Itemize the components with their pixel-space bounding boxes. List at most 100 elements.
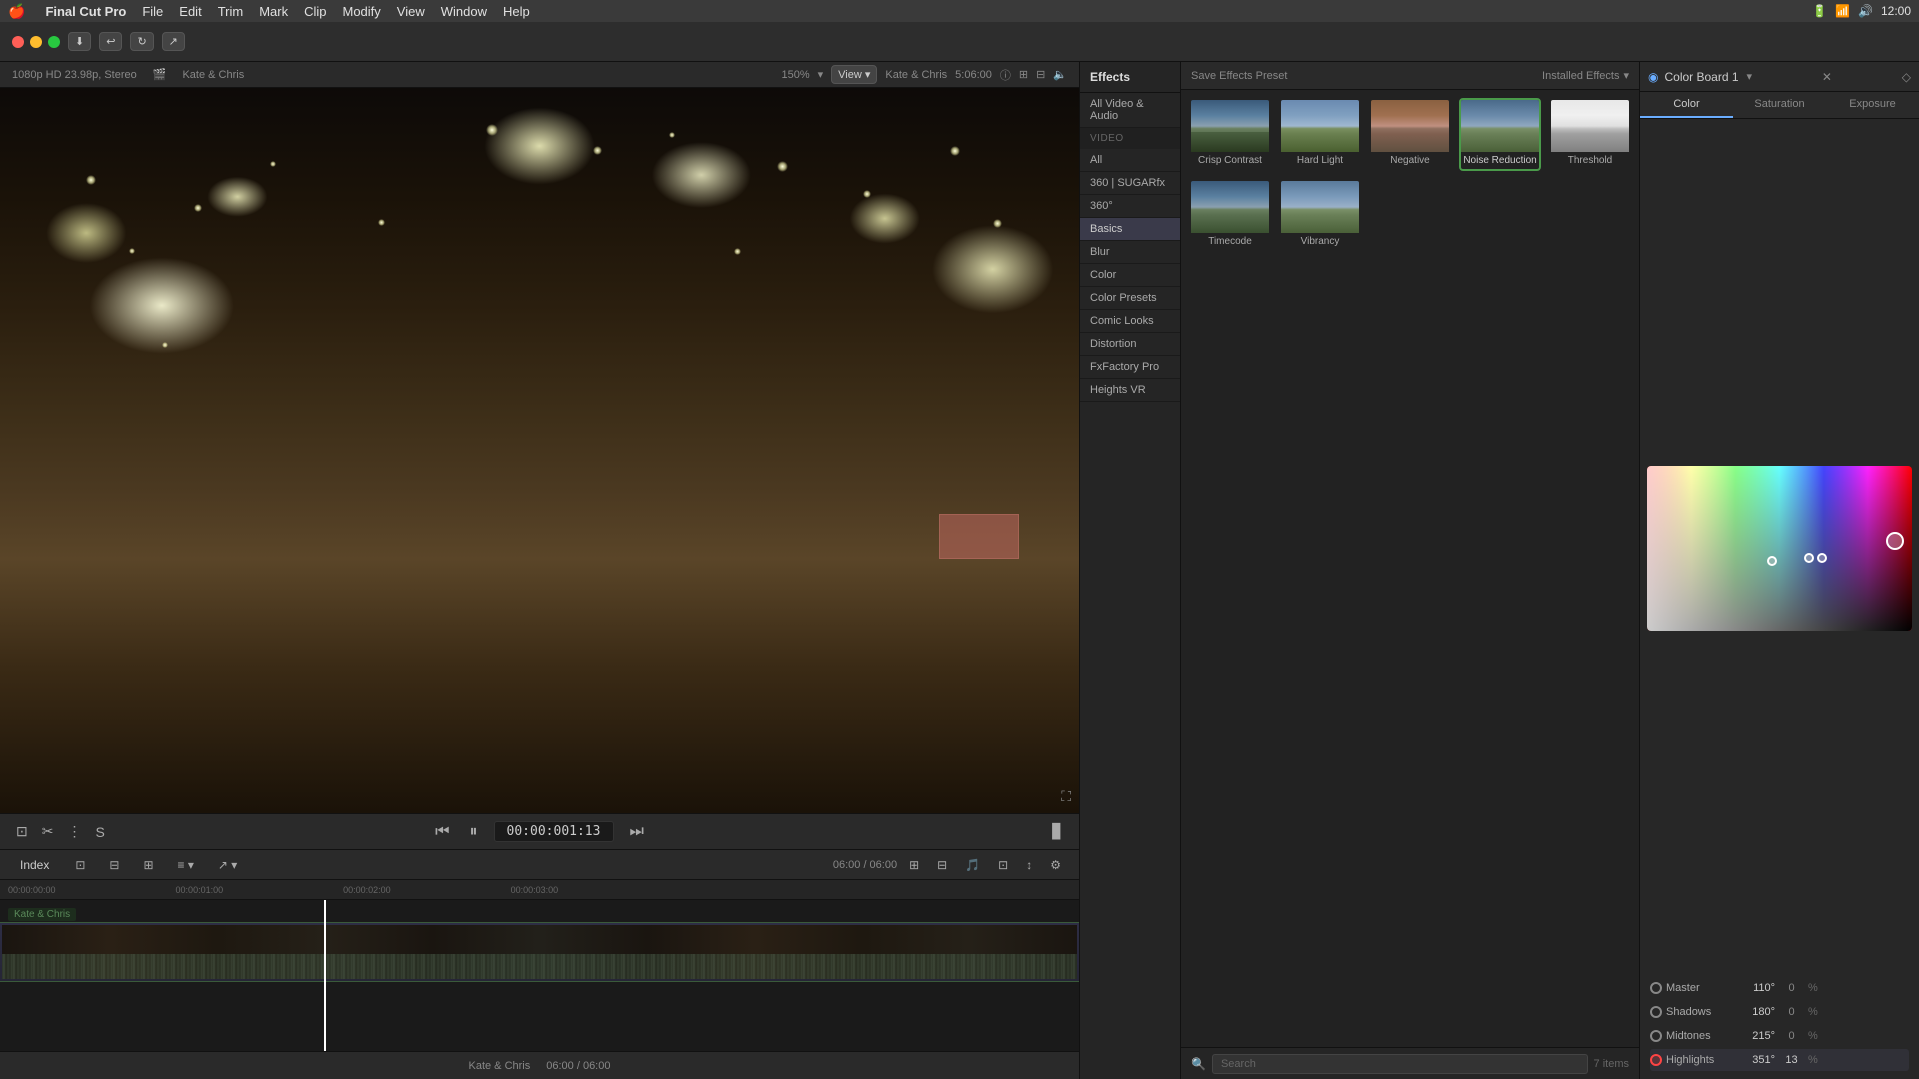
effect-negative[interactable]: Negative	[1369, 98, 1451, 171]
menu-window[interactable]: Window	[441, 4, 487, 19]
effects-row-2: Timecode Vibrancy	[1189, 179, 1631, 252]
adj-midtones[interactable]: Midtones 215° 0 %	[1650, 1025, 1909, 1047]
menu-mark[interactable]: Mark	[259, 4, 288, 19]
adj-master[interactable]: Master 110° 0 %	[1650, 977, 1909, 999]
timeline-zoom-btn[interactable]: ↕	[1020, 856, 1038, 874]
wheel-dot-3[interactable]	[1817, 553, 1827, 563]
effects-comic-looks[interactable]: Comic Looks	[1080, 310, 1180, 333]
effects-color[interactable]: Color	[1080, 264, 1180, 287]
wheel-dot-2[interactable]	[1804, 553, 1814, 563]
adj-shadows[interactable]: Shadows 180° 0 %	[1650, 1001, 1909, 1023]
effect-timecode[interactable]: Timecode	[1189, 179, 1271, 252]
menu-help[interactable]: Help	[503, 4, 530, 19]
right-project-name: Kate & Chris	[885, 69, 947, 81]
adj-shadows-dot[interactable]	[1650, 1006, 1662, 1018]
download-button[interactable]: ⬇	[68, 32, 91, 51]
menu-modify[interactable]: Modify	[343, 4, 381, 19]
audio-meter-button[interactable]: ▊	[1048, 821, 1067, 842]
trim-button[interactable]: ⋮	[63, 821, 85, 842]
skip-forward-button[interactable]: ⏭	[626, 821, 648, 843]
zoom-chevron[interactable]: ▾	[818, 68, 824, 81]
timeline-snap-btn[interactable]: ⊡	[992, 856, 1014, 874]
panel-pin-button[interactable]: ◇	[1902, 70, 1911, 84]
effect-hard-light[interactable]: Hard Light	[1279, 98, 1361, 171]
skimmer-button[interactable]: S	[91, 821, 108, 842]
menu-trim[interactable]: Trim	[218, 4, 244, 19]
adj-master-dot[interactable]	[1650, 982, 1662, 994]
menu-view[interactable]: View	[397, 4, 425, 19]
installed-effects-chevron[interactable]: ▾	[1623, 69, 1629, 82]
minimize-button[interactable]	[30, 36, 42, 48]
layout-icon2[interactable]: ⊟	[1036, 68, 1045, 81]
tab-exposure[interactable]: Exposure	[1826, 92, 1919, 118]
fullscreen-button[interactable]: ⛶	[1061, 788, 1071, 805]
effects-360deg[interactable]: 360°	[1080, 195, 1180, 218]
timeline-btn-3[interactable]: ⊞	[137, 856, 159, 874]
wheel-dot-1[interactable]	[1767, 556, 1777, 566]
effects-all[interactable]: All	[1080, 149, 1180, 172]
undo-button[interactable]: ↩	[99, 32, 122, 51]
color-wheel[interactable]	[1647, 466, 1912, 631]
view-button[interactable]: View ▾	[831, 65, 877, 84]
adj-highlights-dot[interactable]	[1650, 1054, 1662, 1066]
effects-panel: Effects All Video & Audio VIDEO All 360 …	[1079, 62, 1639, 1079]
timeline-btn-1[interactable]: ⊡	[69, 856, 91, 874]
effects-basics[interactable]: Basics	[1080, 218, 1180, 241]
search-input[interactable]	[1212, 1054, 1588, 1074]
skip-back-button[interactable]: ⏮	[431, 821, 453, 843]
timeline-btn-2[interactable]: ⊟	[103, 856, 125, 874]
info-icon[interactable]: ⓘ	[1000, 67, 1011, 83]
menu-edit[interactable]: Edit	[179, 4, 201, 19]
effect-threshold[interactable]: Threshold	[1549, 98, 1631, 171]
toolbar: ⬇ ↩ ↻ ↗	[0, 22, 1919, 62]
effects-heights-vr[interactable]: Heights VR	[1080, 379, 1180, 402]
audio-icon[interactable]: 🔈	[1053, 68, 1067, 81]
effect-noise-reduction[interactable]: Noise Reduction	[1459, 98, 1541, 171]
volume-icon: 🔊	[1858, 4, 1873, 18]
layout-icon1[interactable]: ⊞	[1019, 68, 1028, 81]
timeline-select-btn[interactable]: ↗ ▾	[212, 856, 243, 874]
redo-button[interactable]: ↻	[130, 32, 153, 51]
adj-midtones-dot[interactable]	[1650, 1030, 1662, 1042]
effect-vibrancy[interactable]: Vibrancy	[1279, 179, 1361, 252]
adj-master-angle: 110°	[1735, 982, 1775, 994]
adj-highlights[interactable]: Highlights 351° 13 %	[1650, 1049, 1909, 1071]
effects-all-video[interactable]: All Video & Audio	[1080, 93, 1180, 128]
effects-color-presets[interactable]: Color Presets	[1080, 287, 1180, 310]
color-wheel-wrapper[interactable]	[1644, 123, 1915, 973]
panel-close-button[interactable]: ✕	[1822, 70, 1832, 84]
video-track[interactable]	[0, 922, 1079, 982]
sparkle	[777, 161, 788, 172]
menu-file[interactable]: File	[142, 4, 163, 19]
app-name[interactable]: Final Cut Pro	[45, 4, 126, 19]
share-button[interactable]: ↗	[162, 32, 185, 51]
effects-distortion[interactable]: Distortion	[1080, 333, 1180, 356]
index-label[interactable]: Index	[12, 856, 57, 874]
tab-saturation[interactable]: Saturation	[1733, 92, 1826, 118]
wheel-dot-highlights[interactable]	[1886, 532, 1904, 550]
play-pause-button[interactable]: ⏸	[465, 821, 481, 843]
maximize-button[interactable]	[48, 36, 60, 48]
tab-color[interactable]: Color	[1640, 92, 1733, 118]
effects-blur[interactable]: Blur	[1080, 241, 1180, 264]
timeline-audio-btn[interactable]: 🎵	[959, 856, 986, 874]
blade-button[interactable]: ✂	[38, 821, 58, 842]
effect-crisp-contrast[interactable]: Crisp Contrast	[1189, 98, 1271, 171]
playhead[interactable]	[324, 900, 326, 1051]
color-board-chevron[interactable]: ▾	[1747, 70, 1753, 83]
effects-360-sugarfx[interactable]: 360 | SUGARfx	[1080, 172, 1180, 195]
track-thumbnail	[2, 925, 1077, 979]
effects-header: Effects	[1080, 62, 1180, 93]
timeline-settings-btn[interactable]: ⚙	[1044, 856, 1067, 874]
menu-clip[interactable]: Clip	[304, 4, 326, 19]
close-button[interactable]	[12, 36, 24, 48]
timeline-right-btn2[interactable]: ⊟	[931, 856, 953, 874]
effects-fxfactory[interactable]: FxFactory Pro	[1080, 356, 1180, 379]
save-effects-preset-button[interactable]: Save Effects Preset	[1191, 70, 1287, 82]
apple-logo[interactable]: 🍎	[8, 3, 25, 20]
view-toggle-button[interactable]: ⊡	[12, 821, 32, 842]
color-board-icon: ◉	[1648, 70, 1658, 84]
timeline-right-btn1[interactable]: ⊞	[903, 856, 925, 874]
timeline-dropdown-btn[interactable]: ≡ ▾	[172, 856, 200, 874]
zoom-level[interactable]: 150%	[782, 69, 810, 81]
